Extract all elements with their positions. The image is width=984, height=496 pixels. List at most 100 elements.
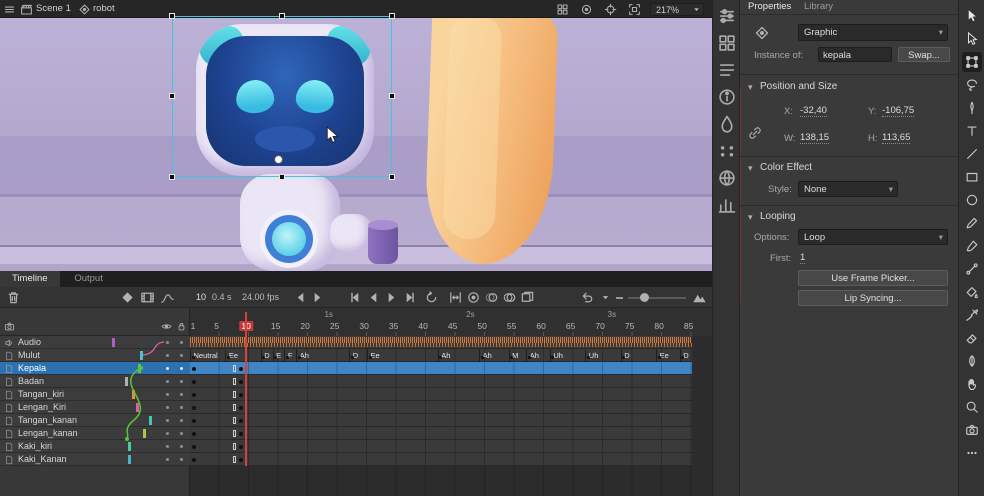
transform-point[interactable] [274, 155, 283, 164]
tab-properties[interactable]: Properties [748, 0, 791, 14]
motion-presets-panel-icon[interactable] [717, 195, 737, 215]
selection-handle[interactable] [279, 174, 285, 180]
insert-keyframe-icon[interactable] [120, 290, 135, 305]
layer-visibility-dot[interactable] [166, 445, 169, 448]
loop-options-dropdown[interactable]: Loop ▾ [798, 229, 948, 245]
selection-handle[interactable] [279, 13, 285, 19]
lip-syncing-button[interactable]: Lip Syncing... [798, 290, 948, 306]
looping-header[interactable]: Looping [760, 211, 796, 222]
layer-row-Lengan_Kiri[interactable]: Lengan_Kiri [0, 401, 190, 414]
selection-handle[interactable] [389, 174, 395, 180]
instance-name-field[interactable]: kepala [818, 47, 892, 62]
robot-body[interactable] [240, 174, 340, 271]
eye-icon[interactable] [161, 321, 172, 332]
ruler-frame-number[interactable]: 5 [214, 321, 219, 331]
onion-outline-icon[interactable] [502, 290, 517, 305]
breadcrumb-symbol[interactable]: robot [93, 3, 115, 14]
layer-row-Badan[interactable]: Badan [0, 375, 190, 388]
y-value[interactable]: -106,75 [882, 105, 914, 117]
tool-pencil[interactable] [962, 213, 982, 233]
tool-width[interactable] [962, 351, 982, 371]
layer-lock-dot[interactable] [180, 419, 183, 422]
tool-eraser[interactable] [962, 328, 982, 348]
section-caret-icon[interactable]: ▾ [748, 212, 758, 223]
step-back-icon[interactable] [366, 290, 381, 305]
section-caret-icon[interactable]: ▾ [748, 163, 758, 174]
selection-handle[interactable] [169, 174, 175, 180]
tool-more[interactable] [962, 443, 982, 463]
layer-visibility-dot[interactable] [166, 367, 169, 370]
ruler-frame-number[interactable]: 45 [448, 321, 457, 331]
swatches-panel-icon[interactable] [717, 141, 737, 161]
tab-timeline[interactable]: Timeline [0, 271, 60, 287]
last-frame-icon[interactable] [402, 290, 417, 305]
layer-visibility-dot[interactable] [166, 393, 169, 396]
frames-Audio[interactable] [190, 336, 692, 349]
frame-view-icon[interactable] [692, 290, 707, 305]
w-value[interactable]: 138,15 [800, 132, 829, 144]
position-size-header[interactable]: Position and Size [760, 81, 837, 92]
frames-Tangan_kanan[interactable] [190, 414, 692, 427]
layer-lock-dot[interactable] [180, 354, 183, 357]
frames-Tangan_kiri[interactable] [190, 388, 692, 401]
center-playhead-icon[interactable] [466, 290, 481, 305]
first-frame-icon[interactable] [348, 290, 363, 305]
layer-row-Kaki_Kanan[interactable]: Kaki_Kanan [0, 453, 190, 466]
play-icon[interactable] [310, 290, 325, 305]
layer-row-Tangan_kanan[interactable]: Tangan_kanan [0, 414, 190, 427]
use-frame-picker-button[interactable]: Use Frame Picker... [798, 270, 948, 286]
graph-editor-icon[interactable] [160, 290, 175, 305]
tool-line[interactable] [962, 144, 982, 164]
frames-Lengan_kanan[interactable] [190, 427, 692, 440]
center-frame-icon[interactable] [580, 3, 593, 16]
selection-handle[interactable] [169, 93, 175, 99]
tool-brush[interactable] [962, 236, 982, 256]
tool-paint-bucket[interactable] [962, 282, 982, 302]
layer-row-Lengan_kanan[interactable]: Lengan_kanan [0, 427, 190, 440]
frames-Kaki_Kanan[interactable] [190, 453, 692, 466]
layer-row-Audio[interactable]: Audio [0, 336, 190, 349]
clip-bounds-icon[interactable] [628, 3, 641, 16]
frame-rate[interactable]: 24.00 fps [242, 292, 279, 302]
layer-row-Kaki_kiri[interactable]: Kaki_kiri [0, 440, 190, 453]
frames-Mulut[interactable]: NeutralEeDEFAhDEeAhAhMAhUhUhDEeD [190, 349, 692, 362]
lock-icon[interactable] [176, 321, 187, 332]
frames-Lengan_Kiri[interactable] [190, 401, 692, 414]
loop-icon[interactable] [424, 290, 439, 305]
cc-libraries-panel-icon[interactable] [717, 168, 737, 188]
ruler-frame-number[interactable]: 70 [595, 321, 604, 331]
step-forward-icon[interactable] [384, 290, 399, 305]
tool-hand[interactable] [962, 374, 982, 394]
ruler-frame-number[interactable]: 60 [536, 321, 545, 331]
layer-visibility-dot[interactable] [166, 406, 169, 409]
reset-zoom-icon[interactable] [580, 290, 595, 305]
tool-eyedropper[interactable] [962, 305, 982, 325]
tab-output[interactable]: Output [62, 271, 115, 287]
color-effect-header[interactable]: Color Effect [760, 162, 812, 173]
layer-row-Kepala[interactable]: Kepala [0, 362, 190, 375]
tool-camera[interactable] [962, 420, 982, 440]
breadcrumb-scene[interactable]: Scene 1 [36, 3, 71, 14]
layer-lock-dot[interactable] [180, 458, 183, 461]
tool-free-transform[interactable] [962, 52, 982, 72]
zoom-dropdown[interactable]: 217% [650, 3, 704, 16]
symbol-type-dropdown[interactable]: Graphic ▾ [798, 24, 948, 41]
layer-lock-dot[interactable] [180, 406, 183, 409]
selection-handle[interactable] [389, 93, 395, 99]
onion-skin-icon[interactable] [484, 290, 499, 305]
marker-range-icon[interactable] [448, 290, 463, 305]
frames-Kaki_kiri[interactable] [190, 440, 692, 453]
library-panel-icon[interactable] [717, 33, 737, 53]
timeline-zoom-slider[interactable] [628, 297, 686, 299]
camera-icon[interactable] [4, 321, 15, 332]
link-dimensions-icon[interactable] [748, 126, 762, 140]
crosshair-icon[interactable] [604, 3, 617, 16]
layer-lock-dot[interactable] [180, 432, 183, 435]
ruler-frame-number[interactable]: 30 [359, 321, 368, 331]
first-value[interactable]: 1 [800, 252, 805, 264]
ruler-frame-number[interactable]: 50 [477, 321, 486, 331]
layer-row-Tangan_kiri[interactable]: Tangan_kiri [0, 388, 190, 401]
frames-Kepala[interactable] [190, 362, 692, 375]
layer-row-Mulut[interactable]: Mulut [0, 349, 190, 362]
tab-library[interactable]: Library [804, 0, 833, 14]
